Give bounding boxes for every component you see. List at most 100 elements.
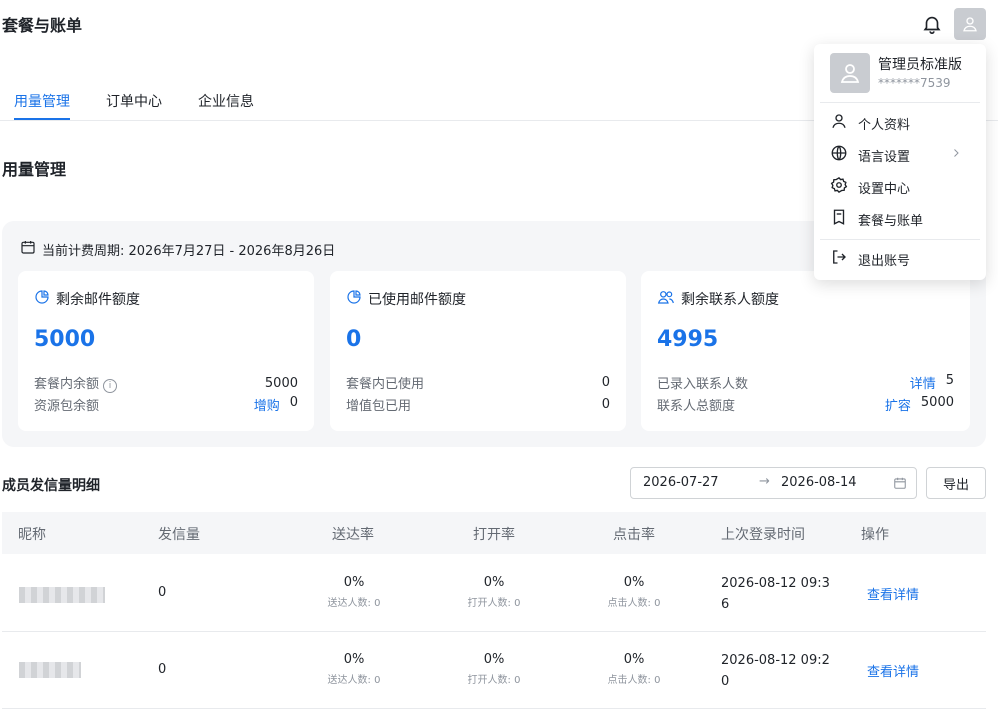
avatar-button[interactable] bbox=[954, 8, 986, 40]
menu-item-label: 设置中心 bbox=[858, 181, 911, 197]
card-value: 0 bbox=[346, 327, 362, 352]
info-icon[interactable]: i bbox=[103, 379, 118, 393]
row-value: 5000 bbox=[264, 375, 298, 391]
purchase-link[interactable]: 增购 bbox=[254, 395, 280, 414]
column-header: 上次登录时间 bbox=[721, 527, 805, 543]
divider bbox=[820, 102, 980, 103]
last-login-time: 2026-08-12 09:36 bbox=[721, 576, 830, 612]
user-icon bbox=[830, 112, 848, 134]
click-rate: 0% 点击人数: 0 bbox=[607, 575, 661, 609]
card-row: 已录入联系人数 详情 5 bbox=[657, 373, 954, 392]
row-value: 5000 bbox=[920, 395, 954, 410]
user-icon bbox=[963, 17, 977, 32]
row-value: 0 bbox=[601, 375, 610, 390]
expand-link[interactable]: 扩容 bbox=[885, 395, 911, 414]
avatar bbox=[830, 53, 870, 93]
user-icon bbox=[840, 64, 860, 83]
divider bbox=[820, 239, 980, 240]
logout-icon bbox=[830, 248, 848, 270]
blurred-nickname bbox=[19, 587, 105, 603]
column-header: 昵称 bbox=[18, 527, 46, 543]
card-used-mail: 已使用邮件额度 0 套餐内已使用 0 增值包已用 0 bbox=[330, 271, 626, 431]
row-value: 5 bbox=[945, 373, 954, 388]
card-value: 5000 bbox=[34, 327, 96, 352]
menu-item-logout[interactable]: 退出账号 bbox=[830, 247, 974, 271]
details-link[interactable]: 详情 bbox=[910, 373, 936, 392]
card-row: 增值包已用 0 bbox=[346, 395, 610, 414]
row-label: 资源包余额 bbox=[34, 399, 100, 414]
row-value: 0 bbox=[289, 395, 298, 410]
card-row: 资源包余额 增购 0 bbox=[34, 395, 298, 414]
blurred-nickname bbox=[19, 662, 81, 678]
contacts-icon bbox=[657, 289, 675, 309]
menu-item-billing[interactable]: 套餐与账单 bbox=[830, 207, 974, 231]
arrow-right-icon: → bbox=[759, 474, 770, 489]
column-header: 点击率 bbox=[613, 527, 655, 543]
view-details-link[interactable]: 查看详情 bbox=[867, 661, 919, 680]
row-label: 已录入联系人数 bbox=[657, 377, 749, 392]
row-value: 0 bbox=[601, 397, 610, 412]
billing-cycle: 当前计费周期: 2026年7月27日 - 2026年8月26日 bbox=[20, 239, 335, 259]
tab-company[interactable]: 企业信息 bbox=[198, 91, 254, 111]
column-header: 送达率 bbox=[332, 527, 374, 543]
menu-item-label: 个人资料 bbox=[858, 117, 911, 133]
menu-item-label: 退出账号 bbox=[858, 253, 911, 269]
section-title: 用量管理 bbox=[2, 160, 67, 179]
user-dropdown-menu: 管理员标准版 *******7539 个人资料 语言设置 设置中心 套餐与账单 … bbox=[814, 44, 986, 280]
column-header: 操作 bbox=[861, 527, 889, 543]
card-title: 剩余联系人额度 bbox=[681, 292, 779, 308]
row-label: 联系人总额度 bbox=[657, 399, 736, 414]
card-row: 套餐内已使用 0 bbox=[346, 373, 610, 392]
tab-usage[interactable]: 用量管理 bbox=[14, 91, 70, 111]
column-header: 打开率 bbox=[473, 527, 515, 543]
card-title: 剩余邮件额度 bbox=[56, 292, 140, 308]
start-date[interactable]: 2026-07-27 bbox=[643, 475, 719, 490]
table-row: 0 0% 送达人数: 0 0% 打开人数: 0 0% 点击人数: 0 2026-… bbox=[2, 555, 986, 632]
active-tab-indicator bbox=[14, 118, 70, 120]
card-remaining-contacts: 剩余联系人额度 4995 已录入联系人数 详情 5 联系人总额度 扩容 5000 bbox=[641, 271, 970, 431]
calendar-icon bbox=[20, 239, 36, 259]
row-label: 增值包已用 bbox=[346, 399, 412, 414]
menu-item-label: 套餐与账单 bbox=[858, 213, 924, 229]
row-label: 套餐内已使用 bbox=[346, 377, 425, 392]
click-rate: 0% 点击人数: 0 bbox=[607, 652, 661, 686]
member-detail-title: 成员发信量明细 bbox=[2, 478, 100, 494]
pie-chart-icon bbox=[346, 289, 362, 309]
gear-icon bbox=[830, 176, 848, 198]
menu-item-settings[interactable]: 设置中心 bbox=[830, 175, 974, 199]
delivery-rate: 0% 送达人数: 0 bbox=[327, 652, 381, 686]
export-button[interactable]: 导出 bbox=[926, 467, 986, 499]
last-login-time: 2026-08-12 09:20 bbox=[721, 653, 830, 689]
globe-icon bbox=[830, 144, 848, 166]
sent-count: 0 bbox=[158, 662, 167, 677]
open-rate: 0% 打开人数: 0 bbox=[467, 575, 521, 609]
card-value: 4995 bbox=[657, 327, 719, 352]
table-row: 0 0% 送达人数: 0 0% 打开人数: 0 0% 点击人数: 0 2026-… bbox=[2, 632, 986, 709]
view-details-link[interactable]: 查看详情 bbox=[867, 584, 919, 603]
user-name: 管理员标准版 bbox=[878, 57, 962, 73]
billing-cycle-text: 当前计费周期: 2026年7月27日 - 2026年8月26日 bbox=[42, 243, 336, 259]
menu-item-profile[interactable]: 个人资料 bbox=[830, 111, 974, 135]
tab-orders[interactable]: 订单中心 bbox=[106, 91, 162, 111]
end-date[interactable]: 2026-08-14 bbox=[781, 475, 857, 490]
bell-icon[interactable] bbox=[921, 13, 943, 35]
calendar-icon bbox=[893, 476, 907, 494]
open-rate: 0% 打开人数: 0 bbox=[467, 652, 521, 686]
card-title: 已使用邮件额度 bbox=[368, 292, 466, 308]
card-remaining-mail: 剩余邮件额度 5000 套餐内余额 i 5000 资源包余额 增购 0 bbox=[18, 271, 314, 431]
card-row: 套餐内余额 i 5000 bbox=[34, 373, 298, 393]
menu-item-language[interactable]: 语言设置 bbox=[830, 143, 974, 167]
row-label: 套餐内余额 bbox=[34, 377, 100, 392]
delivery-rate: 0% 送达人数: 0 bbox=[327, 575, 381, 609]
receipt-icon bbox=[830, 208, 848, 230]
table-header: 昵称 发信量 送达率 打开率 点击率 上次登录时间 操作 bbox=[2, 512, 986, 554]
user-phone: *******7539 bbox=[878, 76, 951, 90]
menu-item-label: 语言设置 bbox=[858, 149, 911, 165]
page-title: 套餐与账单 bbox=[2, 16, 83, 35]
column-header: 发信量 bbox=[158, 527, 200, 543]
card-row: 联系人总额度 扩容 5000 bbox=[657, 395, 954, 414]
chevron-right-icon bbox=[950, 147, 962, 163]
date-range-picker[interactable]: 2026-07-27 → 2026-08-14 bbox=[630, 467, 917, 499]
pie-chart-icon bbox=[34, 289, 50, 309]
sent-count: 0 bbox=[158, 585, 167, 600]
